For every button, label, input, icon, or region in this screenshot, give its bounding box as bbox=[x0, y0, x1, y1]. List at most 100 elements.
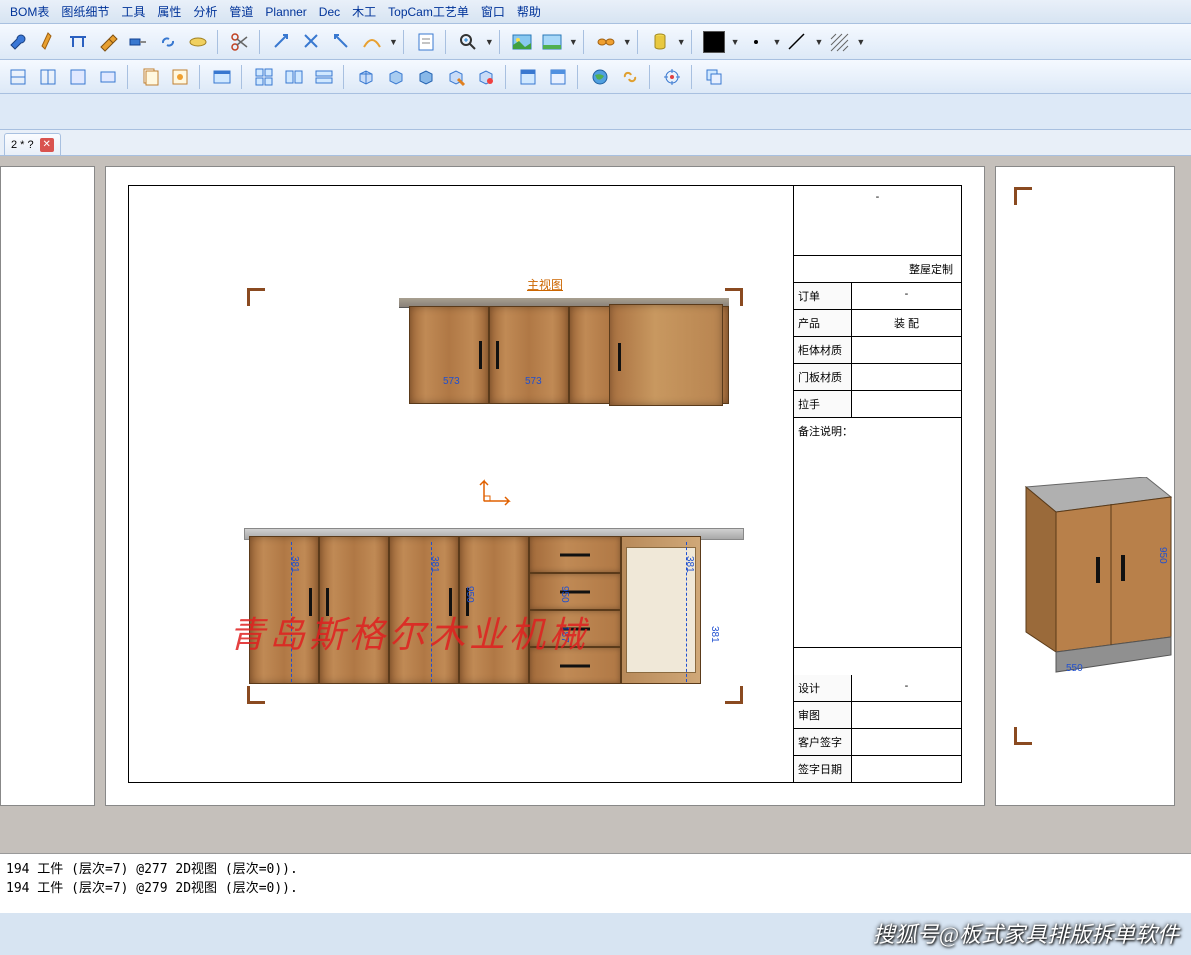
tool-drill-icon[interactable] bbox=[124, 28, 152, 56]
tool-disc-icon[interactable] bbox=[184, 28, 212, 56]
tool-curve-icon[interactable] bbox=[358, 28, 386, 56]
tool-scene-2-icon[interactable] bbox=[538, 28, 566, 56]
tool-color-swatch[interactable] bbox=[700, 28, 728, 56]
menu-woodwork[interactable]: 木工 bbox=[346, 3, 382, 20]
footer-watermark: 搜狐号@板式家具排版拆单软件 bbox=[873, 917, 1179, 949]
tb-signdate-val bbox=[852, 756, 961, 782]
document-tab[interactable]: 2 * ? ✕ bbox=[4, 133, 61, 155]
crop-corner-icon bbox=[1014, 187, 1032, 205]
tool-grid1-icon[interactable] bbox=[250, 63, 278, 91]
tab-label: 2 * ? bbox=[11, 139, 34, 151]
tb-doormat-val bbox=[852, 364, 961, 390]
menu-drawing-detail[interactable]: 图纸细节 bbox=[55, 3, 115, 20]
cabinet-door bbox=[489, 306, 569, 404]
tool-doc1-icon[interactable] bbox=[136, 63, 164, 91]
menu-planner[interactable]: Planner bbox=[259, 5, 312, 19]
tool-window1-icon[interactable] bbox=[514, 63, 542, 91]
menu-window[interactable]: 窗口 bbox=[475, 3, 511, 20]
tb-product-label: 产品 bbox=[794, 310, 852, 336]
tool-zoom-icon[interactable] bbox=[454, 28, 482, 56]
tool-scissors-icon[interactable] bbox=[226, 28, 254, 56]
workspace: 主视图 573 573 bbox=[0, 156, 1191, 856]
toolbar-spacer bbox=[0, 94, 1191, 130]
crop-corner-icon bbox=[247, 288, 265, 306]
tb-custsign-val bbox=[852, 729, 961, 755]
axis-icon bbox=[479, 476, 519, 519]
tool-line-icon[interactable] bbox=[783, 28, 811, 56]
tool-win1-icon[interactable] bbox=[208, 63, 236, 91]
tool-cubebrush-icon[interactable] bbox=[442, 63, 470, 91]
tool-earth-icon[interactable] bbox=[586, 63, 614, 91]
toolbar-2 bbox=[0, 60, 1191, 94]
crop-corner-icon bbox=[725, 686, 743, 704]
tool-wrench-icon[interactable] bbox=[4, 28, 32, 56]
tool-box1-icon[interactable] bbox=[4, 63, 32, 91]
menu-dec[interactable]: Dec bbox=[313, 5, 346, 19]
dimension: 573 bbox=[525, 376, 542, 387]
tool-grid2-icon[interactable] bbox=[280, 63, 308, 91]
status-line: 194 工件 (层次=7) @279 2D视图 (层次=0)). bbox=[6, 877, 1185, 896]
tool-stack-icon[interactable] bbox=[700, 63, 728, 91]
drawing-sheet: 主视图 573 573 bbox=[128, 185, 962, 783]
tb-doormat-label: 门板材质 bbox=[794, 364, 852, 390]
tool-hatch-icon[interactable] bbox=[825, 28, 853, 56]
tool-arrow-3-icon[interactable] bbox=[328, 28, 356, 56]
menu-pipe[interactable]: 管道 bbox=[223, 3, 259, 20]
status-log: 194 工件 (层次=7) @277 2D视图 (层次=0)). 194 工件 … bbox=[0, 853, 1191, 913]
tool-scene-1-icon[interactable] bbox=[508, 28, 536, 56]
view-title: 主视图 bbox=[527, 276, 563, 293]
tool-cubepick-icon[interactable] bbox=[472, 63, 500, 91]
tool-cube2-icon[interactable] bbox=[382, 63, 410, 91]
right-preview-panel[interactable]: 950 550 bbox=[995, 166, 1175, 806]
tool-screw-icon[interactable] bbox=[34, 28, 62, 56]
dimension: 381 bbox=[709, 626, 720, 643]
menu-topcam[interactable]: TopCam工艺单 bbox=[382, 3, 475, 20]
toolbar-1: ▼ ▼ ▼ ▼ ▼ ▼ ▼ ▼ ▼ bbox=[0, 24, 1191, 60]
tool-glasses-icon[interactable] bbox=[592, 28, 620, 56]
tool-hammer-icon[interactable] bbox=[94, 28, 122, 56]
tool-cylinder-icon[interactable] bbox=[646, 28, 674, 56]
tb-signdate-label: 签字日期 bbox=[794, 756, 852, 782]
menu-analysis[interactable]: 分析 bbox=[187, 3, 223, 20]
tb-notes: 备注说明： bbox=[794, 418, 961, 444]
tool-sheet-icon[interactable] bbox=[412, 28, 440, 56]
left-preview-panel[interactable] bbox=[0, 166, 95, 806]
tb-handle-val bbox=[852, 391, 961, 417]
tb-design-label: 设计 bbox=[794, 675, 852, 701]
tool-doc2-icon[interactable] bbox=[166, 63, 194, 91]
main-drawing-panel[interactable]: 主视图 573 573 bbox=[105, 166, 985, 806]
drawer bbox=[529, 536, 621, 573]
tool-target-icon[interactable] bbox=[658, 63, 686, 91]
tb-custom: 整屋定制 bbox=[794, 256, 961, 282]
tool-box3-icon[interactable] bbox=[64, 63, 92, 91]
tool-arrow-1-icon[interactable] bbox=[268, 28, 296, 56]
menubar: BOM表 图纸细节 工具 属性 分析 管道 Planner Dec 木工 Top… bbox=[0, 0, 1191, 24]
dimension: 950 bbox=[464, 586, 475, 603]
tb-order-val: - bbox=[852, 283, 961, 309]
tool-box2-icon[interactable] bbox=[34, 63, 62, 91]
tool-link-icon[interactable] bbox=[154, 28, 182, 56]
crop-corner-icon bbox=[247, 686, 265, 704]
tab-close-icon[interactable]: ✕ bbox=[40, 138, 54, 152]
menu-bom[interactable]: BOM表 bbox=[4, 3, 55, 20]
tool-caliper-icon[interactable] bbox=[64, 28, 92, 56]
tool-grid3-icon[interactable] bbox=[310, 63, 338, 91]
tool-chain-icon[interactable] bbox=[616, 63, 644, 91]
tb-review-val bbox=[852, 702, 961, 728]
tool-arrow-2-icon[interactable] bbox=[298, 28, 326, 56]
tb-cabmat-val bbox=[852, 337, 961, 363]
dimension: 950 bbox=[1157, 547, 1168, 564]
tb-custsign-label: 客户签字 bbox=[794, 729, 852, 755]
perspective-cabinet bbox=[1016, 477, 1166, 667]
menu-tools[interactable]: 工具 bbox=[115, 3, 151, 20]
title-block: - 整屋定制 订单- 产品装 配 柜体材质 门板材质 拉手 备注说明： 设计- … bbox=[793, 186, 961, 782]
tb-cabmat-label: 柜体材质 bbox=[794, 337, 852, 363]
menu-properties[interactable]: 属性 bbox=[151, 3, 187, 20]
tool-box4-icon[interactable] bbox=[94, 63, 122, 91]
menu-help[interactable]: 帮助 bbox=[511, 3, 547, 20]
tool-point-icon[interactable] bbox=[742, 28, 770, 56]
tool-cube1-icon[interactable] bbox=[352, 63, 380, 91]
tool-cube3-icon[interactable] bbox=[412, 63, 440, 91]
tool-window2-icon[interactable] bbox=[544, 63, 572, 91]
tb-order-label: 订单 bbox=[794, 283, 852, 309]
